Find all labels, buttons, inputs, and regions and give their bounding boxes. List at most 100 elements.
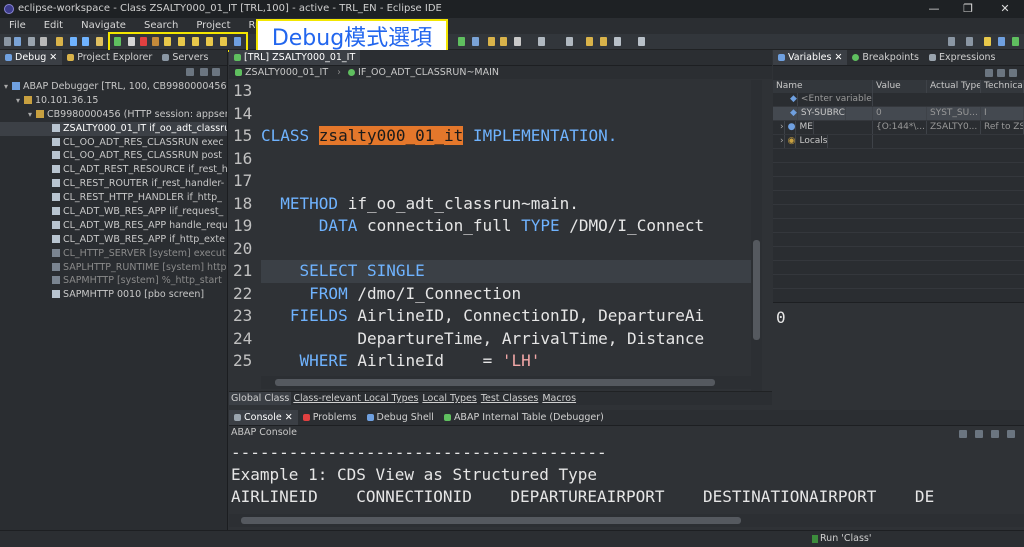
col-value[interactable]: Value (873, 80, 927, 93)
table-row[interactable]: › ◉ Locals (773, 135, 1024, 149)
collapse-all-icon[interactable] (186, 68, 194, 76)
minimize-button[interactable]: — (916, 0, 952, 18)
tab-breakpoints[interactable]: Breakpoints (847, 50, 924, 65)
nav-back-icon[interactable] (614, 37, 621, 46)
stack-frame[interactable]: CL_REST_HTTP_HANDLER if_http_ (0, 191, 227, 205)
tab-abap-internal-table[interactable]: ABAP Internal Table (Debugger) (439, 410, 609, 425)
console-output[interactable]: --------------------------------------- … (229, 442, 1024, 508)
stack-frame[interactable]: SAPMHTTP 0010 [pbo screen] (0, 288, 227, 302)
breadcrumb-method[interactable]: IF_OO_ADT_CLASSRUN~MAIN (344, 67, 499, 78)
tree-item-host[interactable]: ▾ 10.101.36.15 (0, 94, 227, 108)
toolbar-menu-icon[interactable] (4, 37, 11, 46)
table-row[interactable]: ◆ SY-SUBRC 0 SYST_SU... I (773, 107, 1024, 121)
code-line-18[interactable]: 18 METHOD if_oo_adt_classrun~main. (233, 193, 751, 216)
chevron-down-icon[interactable]: ▾ (4, 80, 12, 94)
print-icon[interactable] (40, 37, 47, 46)
variable-detail-pane[interactable]: 0 (773, 302, 1024, 405)
code-line-19[interactable]: 19 DATA connection_full TYPE /DMO/I_Conn… (233, 215, 751, 238)
maximize-button[interactable]: ❐ (950, 0, 986, 18)
console-horizontal-scrollbar[interactable] (229, 514, 1024, 527)
run-icon[interactable] (458, 37, 465, 46)
debug-perspective-icon[interactable] (998, 37, 1005, 46)
code-line-16[interactable]: 16 (233, 148, 751, 171)
code-line-13[interactable]: 13 (233, 80, 751, 103)
col-actual-type[interactable]: Actual Type (927, 80, 981, 93)
abap-perspective-icon[interactable] (984, 37, 991, 46)
back-icon[interactable] (70, 37, 77, 46)
view-menu-icon[interactable] (200, 68, 208, 76)
view-menu-icon[interactable] (1009, 69, 1017, 77)
code-line-24[interactable]: 24 DepartureTime, ArrivalTime, Distance (233, 328, 751, 351)
stack-frame[interactable]: CL_OO_ADT_RES_CLASSRUN exec (0, 136, 227, 150)
tab-debug-shell[interactable]: Debug Shell (362, 410, 439, 425)
tab-variables[interactable]: Variables ✕ (773, 50, 848, 65)
nav-forward-icon[interactable] (638, 37, 645, 46)
status-text[interactable]: Run 'Class' (820, 531, 871, 547)
forward-icon[interactable] (82, 37, 89, 46)
table-row[interactable]: › ● ME {O:144*\... ZSALTY0... Ref to ZS (773, 121, 1024, 135)
editor-vertical-scrollbar[interactable] (751, 80, 762, 392)
stack-frame[interactable]: SAPLHTTP_RUNTIME [system] http (0, 261, 227, 275)
pen-icon[interactable] (514, 37, 521, 46)
close-button[interactable]: ✕ (987, 0, 1023, 18)
collapse-all-icon[interactable] (997, 69, 1005, 77)
table-row[interactable]: ◆ <Enter variable> (773, 93, 1024, 107)
tab-editor-class[interactable]: [TRL] ZSALTY000_01_IT (229, 50, 361, 65)
new-icon[interactable] (14, 37, 21, 46)
debug-launch-icon[interactable] (472, 37, 479, 46)
open-type-icon[interactable] (56, 37, 63, 46)
stack-frame[interactable]: CL_ADT_WB_RES_APP if_http_exte (0, 233, 227, 247)
code-line-20[interactable]: 20 (233, 238, 751, 261)
menu-edit[interactable]: Edit (35, 18, 72, 34)
minimize-view-icon[interactable] (212, 68, 220, 76)
tab-expressions[interactable]: Expressions (924, 50, 1001, 65)
pin-icon[interactable] (566, 37, 573, 46)
display-console-icon[interactable] (991, 430, 999, 438)
stack-frame[interactable]: CL_ADT_WB_RES_APP handle_requ (0, 219, 227, 233)
stack-frame[interactable]: CL_ADT_REST_RESOURCE if_rest_h (0, 163, 227, 177)
code-line-22[interactable]: 22 FROM /dmo/I_Connection (233, 283, 751, 306)
chevron-down-icon[interactable]: ▾ (28, 108, 36, 122)
tab-test-classes[interactable]: Test Classes (479, 392, 541, 405)
open-folder-icon[interactable] (488, 37, 495, 46)
menu-file[interactable]: File (0, 18, 35, 34)
tab-global-class[interactable]: Global Class (229, 392, 292, 405)
prev-edit-icon[interactable] (586, 37, 593, 46)
next-edit-icon[interactable] (600, 37, 607, 46)
search-icon[interactable] (948, 37, 955, 46)
breadcrumb-class[interactable]: ZSALTY000_01_IT (229, 67, 328, 78)
open-object-icon[interactable] (500, 37, 507, 46)
tab-local-types[interactable]: Local Types (420, 392, 478, 405)
tab-debug[interactable]: Debug ✕ (0, 50, 63, 65)
tab-project-explorer[interactable]: Project Explorer (62, 50, 157, 65)
code-line-25[interactable]: 25 WHERE AirlineId = 'LH' (233, 350, 751, 373)
tab-console[interactable]: Console ✕ (229, 410, 298, 425)
tab-servers[interactable]: Servers (157, 50, 213, 65)
col-technical[interactable]: Technical (981, 80, 1024, 93)
code-line-23[interactable]: 23 FIELDS AirlineID, ConnectionID, Depar… (233, 305, 751, 328)
chevron-right-icon[interactable]: › (777, 135, 785, 148)
stack-frame[interactable]: SAPMHTTP [system] %_http_start (0, 274, 227, 288)
perspective-icon[interactable] (966, 37, 973, 46)
save-icon[interactable] (28, 37, 35, 46)
stack-frame[interactable]: CL_REST_ROUTER if_rest_handler- (0, 177, 227, 191)
code-line-17[interactable]: 17 (233, 170, 751, 193)
scrollbar-thumb[interactable] (241, 517, 741, 524)
chevron-down-icon[interactable]: ▾ (16, 94, 24, 108)
clear-console-icon[interactable] (959, 430, 967, 438)
java-perspective-icon[interactable] (1012, 37, 1019, 46)
scrollbar-thumb[interactable] (753, 240, 760, 340)
tab-macros[interactable]: Macros (540, 392, 578, 405)
editor-horizontal-scrollbar[interactable] (261, 376, 751, 389)
tree-item-session[interactable]: ▾ CB9980000456 (HTTP session: appserve (0, 108, 227, 122)
stack-frame[interactable]: CL_HTTP_SERVER [system] execut (0, 247, 227, 261)
code-line-15[interactable]: 15 CLASS zsalty000_01_it IMPLEMENTATION. (233, 125, 751, 148)
col-name[interactable]: Name (773, 80, 873, 93)
scrollbar-thumb[interactable] (275, 379, 715, 386)
stack-frame[interactable]: ZSALTY000_01_IT if_oo_adt_classru (0, 121, 227, 136)
annotation-icon[interactable] (538, 37, 545, 46)
chevron-right-icon[interactable]: › (777, 121, 785, 134)
tab-problems[interactable]: Problems (298, 410, 362, 425)
activate-icon[interactable] (96, 37, 103, 46)
pin-console-icon[interactable] (975, 430, 983, 438)
